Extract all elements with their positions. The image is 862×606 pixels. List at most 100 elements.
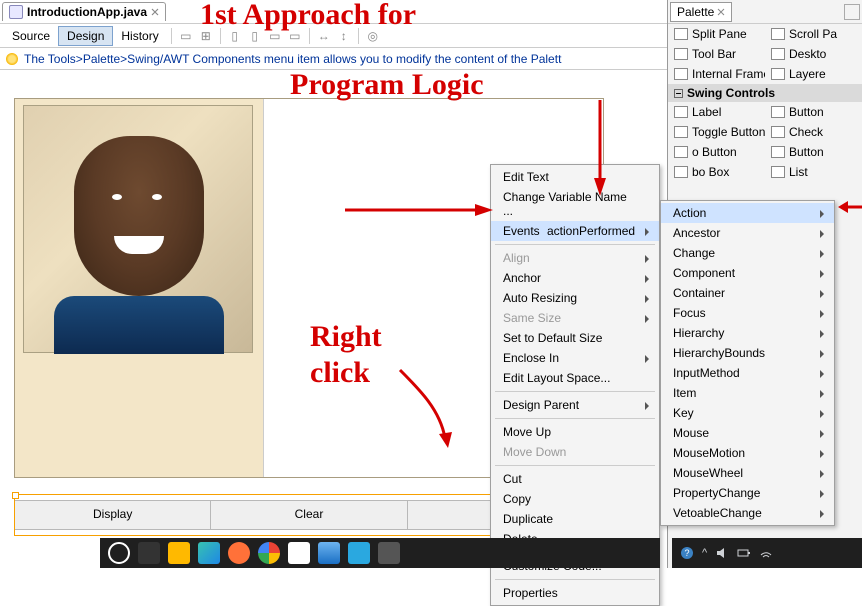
battery-icon[interactable] xyxy=(737,546,751,560)
ctx-events[interactable]: Events actionPerformed xyxy=(491,221,659,241)
button-icon xyxy=(771,106,785,118)
event-item[interactable]: Item xyxy=(661,383,834,403)
ctx-enclose-in[interactable]: Enclose In xyxy=(491,348,659,368)
photo-label-component[interactable] xyxy=(23,105,253,353)
ctx-auto-resizing[interactable]: Auto Resizing xyxy=(491,288,659,308)
event-ancestor[interactable]: Ancestor xyxy=(661,223,834,243)
event-key[interactable]: Key xyxy=(661,403,834,423)
palette-item-label[interactable]: Label xyxy=(668,102,765,122)
align-left-icon[interactable]: ▯ xyxy=(225,26,245,46)
palette-item-button[interactable]: Button xyxy=(765,102,862,122)
chrome-icon[interactable] xyxy=(258,542,280,564)
ctx-properties[interactable]: Properties xyxy=(491,583,659,603)
ctx-set-default-size[interactable]: Set to Default Size xyxy=(491,328,659,348)
ctx-same-size: Same Size xyxy=(491,308,659,328)
volume-icon[interactable] xyxy=(715,546,729,560)
wifi-icon[interactable] xyxy=(759,546,773,560)
selection-mode-icon[interactable]: ▭ xyxy=(176,26,196,46)
scroll-pane-icon xyxy=(771,28,785,40)
events-submenu: Action Ancestor Change Component Contain… xyxy=(660,200,835,526)
system-tray: ? ^ xyxy=(672,538,862,568)
event-mouse-motion[interactable]: MouseMotion xyxy=(661,443,834,463)
connection-mode-icon[interactable]: ⊞ xyxy=(196,26,216,46)
palette-tab[interactable]: Palette xyxy=(670,2,732,22)
ctx-cut[interactable]: Cut xyxy=(491,469,659,489)
palette-item-scroll-pane[interactable]: Scroll Pa xyxy=(765,24,862,44)
source-mode-button[interactable]: Source xyxy=(4,27,58,45)
palette-item-check-box[interactable]: Check xyxy=(765,122,862,142)
collapse-icon[interactable]: – xyxy=(674,89,683,98)
resize-v-icon[interactable]: ↕ xyxy=(334,26,354,46)
palette-item-layered-pane[interactable]: Layere xyxy=(765,64,862,84)
palette-item-combo-box[interactable]: bo Box xyxy=(668,162,765,182)
minimize-icon[interactable] xyxy=(844,4,860,20)
event-input-method[interactable]: InputMethod xyxy=(661,363,834,383)
preview-icon[interactable]: ◎ xyxy=(363,26,383,46)
event-property-change[interactable]: PropertyChange xyxy=(661,483,834,503)
palette-item-radio-button[interactable]: o Button xyxy=(668,142,765,162)
ctx-move-up[interactable]: Move Up xyxy=(491,422,659,442)
app-icon-1[interactable] xyxy=(348,542,370,564)
file-explorer-icon[interactable] xyxy=(168,542,190,564)
ctx-edit-text[interactable]: Edit Text xyxy=(491,167,659,187)
internal-frame-icon xyxy=(674,68,688,80)
ctx-design-parent[interactable]: Design Parent xyxy=(491,395,659,415)
align-top-icon[interactable]: ▭ xyxy=(265,26,285,46)
palette-item-toggle-button[interactable]: Toggle Button xyxy=(668,122,765,142)
event-hierarchy[interactable]: Hierarchy xyxy=(661,323,834,343)
event-mouse-wheel[interactable]: MouseWheel xyxy=(661,463,834,483)
close-tab-icon[interactable] xyxy=(151,8,159,16)
ctx-anchor[interactable]: Anchor xyxy=(491,268,659,288)
tab-title: IntroductionApp.java xyxy=(27,5,147,19)
toggle-button-icon xyxy=(674,126,688,138)
palette-item-tool-bar[interactable]: Tool Bar xyxy=(668,44,765,64)
combo-box-icon xyxy=(674,166,688,178)
paint-icon[interactable] xyxy=(288,542,310,564)
palette-item-internal-frame[interactable]: Internal Frame xyxy=(668,64,765,84)
event-change[interactable]: Change xyxy=(661,243,834,263)
palette-section-swing-controls[interactable]: –Swing Controls xyxy=(668,84,862,102)
align-bottom-icon[interactable]: ▭ xyxy=(285,26,305,46)
event-component[interactable]: Component xyxy=(661,263,834,283)
palette-item-button-group[interactable]: Button xyxy=(765,142,862,162)
task-view-icon[interactable] xyxy=(138,542,160,564)
palette-item-split-pane[interactable]: Split Pane xyxy=(668,24,765,44)
event-focus[interactable]: Focus xyxy=(661,303,834,323)
layered-pane-icon xyxy=(771,68,785,80)
event-hierarchy-bounds[interactable]: HierarchyBounds xyxy=(661,343,834,363)
svg-text:?: ? xyxy=(684,548,689,558)
photo-face xyxy=(74,136,204,296)
ctx-copy[interactable]: Copy xyxy=(491,489,659,509)
ctx-change-variable-name[interactable]: Change Variable Name ... xyxy=(491,187,659,221)
palette-list: Split Pane Scroll Pa Tool Bar Deskto Int… xyxy=(668,24,862,182)
event-action[interactable]: Action xyxy=(661,203,834,223)
event-container[interactable]: Container xyxy=(661,283,834,303)
ctx-align: Align xyxy=(491,248,659,268)
close-icon[interactable] xyxy=(717,8,725,16)
resize-h-icon[interactable]: ↔ xyxy=(314,26,334,46)
editor-tab[interactable]: IntroductionApp.java xyxy=(2,2,166,21)
ctx-duplicate[interactable]: Duplicate xyxy=(491,509,659,529)
ctx-edit-layout-space[interactable]: Edit Layout Space... xyxy=(491,368,659,388)
java-file-icon xyxy=(9,5,23,19)
palette-item-list[interactable]: List xyxy=(765,162,862,182)
app-icon-2[interactable] xyxy=(378,542,400,564)
design-mode-button[interactable]: Design xyxy=(58,26,113,46)
cortana-icon[interactable] xyxy=(108,542,130,564)
history-mode-button[interactable]: History xyxy=(113,27,166,45)
tip-text: The Tools>Palette>Swing/AWT Components m… xyxy=(24,52,561,66)
tray-chevron-up-icon[interactable]: ^ xyxy=(702,547,707,559)
event-mouse[interactable]: Mouse xyxy=(661,423,834,443)
radio-button-icon xyxy=(674,146,688,158)
align-right-icon[interactable]: ▯ xyxy=(245,26,265,46)
edge-icon[interactable] xyxy=(198,542,220,564)
netbeans-icon[interactable] xyxy=(318,542,340,564)
lightbulb-icon xyxy=(6,53,18,65)
desktop-pane-icon xyxy=(771,48,785,60)
split-pane-icon xyxy=(674,28,688,40)
firefox-icon[interactable] xyxy=(228,542,250,564)
tool-bar-icon xyxy=(674,48,688,60)
event-vetoable-change[interactable]: VetoableChange xyxy=(661,503,834,523)
palette-item-desktop-pane[interactable]: Deskto xyxy=(765,44,862,64)
help-tray-icon[interactable]: ? xyxy=(680,546,694,560)
